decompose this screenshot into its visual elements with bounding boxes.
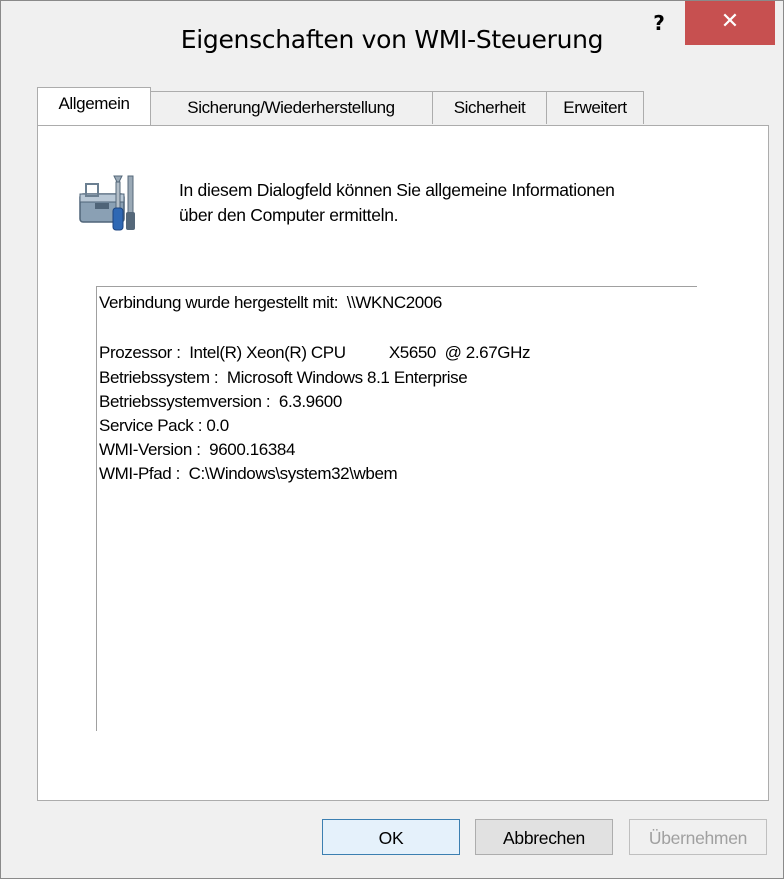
description-line-2: über den Computer ermitteln. xyxy=(179,205,399,225)
title-bar: Eigenschaften von WMI-Steuerung ? ✕ xyxy=(1,1,783,79)
wmi-tools-icon xyxy=(78,172,144,234)
wmi-path-info: WMI-Pfad : C:\Windows\system32\wbem xyxy=(99,464,398,483)
os-info: Betriebssystem : Microsoft Windows 8.1 E… xyxy=(99,368,468,387)
help-button[interactable]: ? xyxy=(637,3,681,43)
tab-panel-allgemein: In diesem Dialogfeld können Sie allgemei… xyxy=(37,125,769,801)
close-button[interactable]: ✕ xyxy=(685,1,775,45)
dialog-description: In diesem Dialogfeld können Sie allgemei… xyxy=(179,178,739,228)
tab-allgemein[interactable]: Allgemein xyxy=(37,87,151,125)
cancel-button[interactable]: Abbrechen xyxy=(475,819,613,855)
os-version-info: Betriebssystemversion : 6.3.9600 xyxy=(99,392,342,411)
tab-erweitert[interactable]: Erweitert xyxy=(546,91,644,124)
processor-info: Prozessor : Intel(R) Xeon(R) CPU X5650 @… xyxy=(99,343,531,362)
connection-info: Verbindung wurde hergestellt mit: \\WKNC… xyxy=(99,293,442,312)
tab-sicherung-wiederherstellung[interactable]: Sicherung/Wiederherstellung xyxy=(149,91,433,124)
apply-button[interactable]: Übernehmen xyxy=(629,819,767,855)
wmi-version-info: WMI-Version : 9600.16384 xyxy=(99,440,296,459)
dialog-window: Eigenschaften von WMI-Steuerung ? ✕ Allg… xyxy=(0,0,784,879)
computer-info-box: Verbindung wurde hergestellt mit: \\WKNC… xyxy=(96,286,697,731)
description-line-1: In diesem Dialogfeld können Sie allgemei… xyxy=(179,180,615,200)
tab-sicherheit[interactable]: Sicherheit xyxy=(432,91,547,124)
ok-button[interactable]: OK xyxy=(322,819,460,855)
service-pack-info: Service Pack : 0.0 xyxy=(99,416,229,435)
